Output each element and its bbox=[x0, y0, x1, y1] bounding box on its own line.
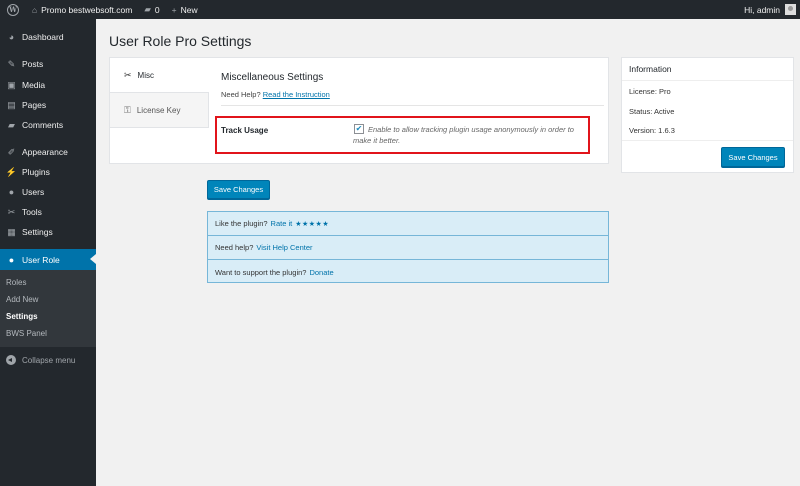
menu-tools[interactable]: ✂ Tools bbox=[0, 202, 96, 222]
admin-sidebar: ◕ Dashboard ✎ Posts ▣ Media ▤ Pages ▰ Comment… bbox=[0, 19, 96, 486]
comment-icon: ▰ bbox=[144, 4, 151, 14]
page-icon: ▤ bbox=[7, 99, 16, 110]
collapse-icon bbox=[6, 355, 16, 365]
site-name-link[interactable]: ⌂ Promo bestwebsoft.com bbox=[26, 0, 138, 19]
info-status: Status: Active bbox=[629, 107, 675, 116]
help-line: Need Help? Read the Instruction bbox=[221, 90, 330, 99]
wordpress-logo-icon[interactable]: W bbox=[0, 0, 26, 19]
track-usage-checkbox[interactable]: ✔ bbox=[354, 124, 364, 134]
menu-settings[interactable]: ▦ Settings bbox=[0, 222, 96, 242]
info-title: Information bbox=[622, 58, 793, 81]
rate-it-link[interactable]: Rate it bbox=[271, 219, 293, 228]
help-center-link[interactable]: Visit Help Center bbox=[256, 243, 312, 252]
user-role-submenu: Roles Add New Settings BWS Panel bbox=[0, 270, 96, 347]
help-row: Need help? Visit Help Center bbox=[208, 236, 608, 260]
settings-icon: ▦ bbox=[7, 226, 16, 237]
user-icon: ● bbox=[8, 254, 15, 265]
rate-row: Like the plugin? Rate it ★★★★★ bbox=[208, 212, 608, 236]
wrench-icon: ✂ bbox=[124, 69, 132, 80]
section-heading: Miscellaneous Settings bbox=[221, 72, 324, 83]
promo-box: Like the plugin? Rate it ★★★★★ Need help… bbox=[207, 211, 609, 283]
plug-icon: ⚡ bbox=[5, 166, 18, 177]
admin-bar: W ⌂ Promo bestwebsoft.com ▰ 0 + New Hi, … bbox=[0, 0, 800, 19]
avatar bbox=[785, 4, 796, 15]
page-title: User Role Pro Settings bbox=[109, 33, 252, 49]
checkmark-icon: ✔ bbox=[355, 124, 363, 133]
comments-link[interactable]: ▰ 0 bbox=[138, 0, 165, 19]
menu-users[interactable]: ● Users bbox=[0, 182, 96, 202]
submenu-roles[interactable]: Roles bbox=[0, 274, 96, 291]
misc-section: Miscellaneous Settings Need Help? Read t… bbox=[221, 70, 604, 106]
wrench-icon: ✂ bbox=[7, 206, 16, 217]
tab-misc[interactable]: ✂ Misc bbox=[110, 58, 209, 93]
collapse-menu-button[interactable]: Collapse menu bbox=[0, 350, 96, 370]
menu-media[interactable]: ▣ Media bbox=[0, 75, 96, 95]
menu-plugins[interactable]: ⚡ Plugins bbox=[0, 162, 96, 182]
save-changes-button[interactable]: Save Changes bbox=[207, 180, 270, 199]
support-row: Want to support the plugin? Donate bbox=[215, 267, 334, 277]
stars-icon[interactable]: ★★★★★ bbox=[295, 220, 329, 228]
info-version: Version: 1.6.3 bbox=[629, 126, 675, 135]
brush-icon: ✐ bbox=[7, 146, 16, 157]
media-icon: ▣ bbox=[7, 79, 16, 90]
submenu-bws-panel[interactable]: BWS Panel bbox=[0, 325, 96, 342]
info-save-changes-button[interactable]: Save Changes bbox=[721, 147, 785, 167]
menu-posts[interactable]: ✎ Posts bbox=[0, 54, 96, 74]
track-usage-description: Enable to allow tracking plugin usage an… bbox=[353, 125, 574, 145]
menu-pages[interactable]: ▤ Pages bbox=[0, 95, 96, 115]
submenu-add-new[interactable]: Add New bbox=[0, 291, 96, 308]
read-instruction-link[interactable]: Read the Instruction bbox=[263, 90, 330, 99]
menu-user-role[interactable]: ● User Role bbox=[0, 249, 96, 270]
menu-appearance[interactable]: ✐ Appearance bbox=[0, 142, 96, 162]
account-menu[interactable]: Hi, admin bbox=[738, 0, 800, 19]
key-icon: ⚿ bbox=[124, 104, 131, 115]
track-usage-label: Track Usage bbox=[221, 126, 269, 135]
information-box: Information License: Pro Status: Active … bbox=[621, 57, 794, 173]
plus-icon: + bbox=[171, 4, 177, 15]
users-icon: ● bbox=[8, 187, 15, 197]
new-content-link[interactable]: + New bbox=[166, 0, 204, 19]
submenu-settings[interactable]: Settings bbox=[0, 308, 96, 325]
divider bbox=[221, 105, 604, 106]
donate-link[interactable]: Donate bbox=[309, 268, 333, 277]
pin-icon: ✎ bbox=[7, 58, 16, 69]
tab-license-key[interactable]: ⚿ License Key bbox=[110, 93, 208, 128]
info-license: License: Pro bbox=[629, 87, 671, 96]
settings-tabs: ✂ Misc ⚿ License Key bbox=[110, 58, 209, 128]
dashboard-icon: ◕ bbox=[8, 32, 15, 42]
divider bbox=[622, 140, 793, 141]
home-icon: ⌂ bbox=[32, 4, 38, 15]
menu-dashboard[interactable]: ◕ Dashboard bbox=[0, 27, 96, 47]
menu-comments[interactable]: ▰ Comments bbox=[0, 115, 96, 135]
comment-icon: ▰ bbox=[8, 119, 15, 130]
